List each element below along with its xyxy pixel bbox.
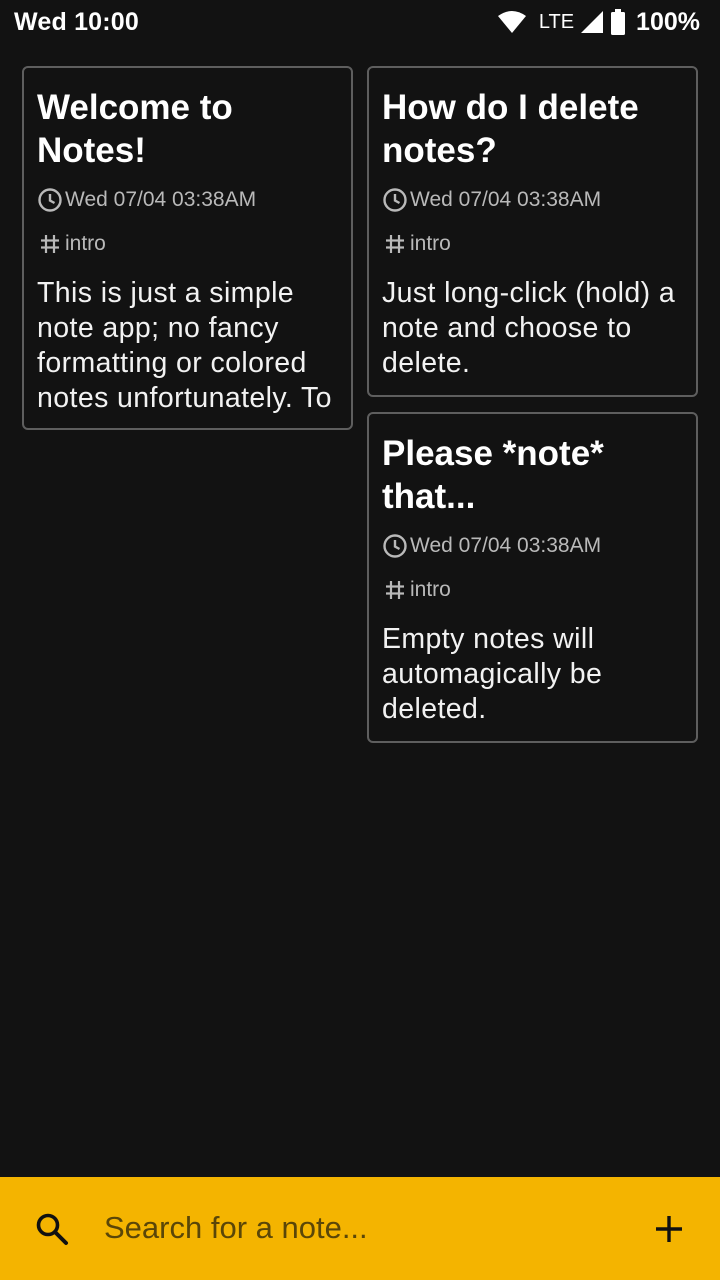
note-tag: intro — [410, 578, 451, 601]
battery-icon — [610, 9, 626, 35]
note-title: Please *note* that... — [382, 434, 604, 516]
network-type: LTE — [538, 10, 575, 33]
hashtag-icon — [37, 231, 63, 257]
add-note-button[interactable] — [648, 1208, 690, 1250]
clock-icon — [37, 187, 63, 213]
search-input[interactable] — [104, 1203, 604, 1253]
notes-grid: Welcome to Notes! Wed 07/04 03:38AM intr… — [22, 66, 698, 743]
note-timestamp: Wed 07/04 03:38AM — [65, 188, 257, 211]
clock-icon — [382, 187, 408, 213]
note-tag-row: intro — [382, 575, 683, 605]
note-title: How do I delete notes? — [382, 88, 639, 170]
note-timestamp: Wed 07/04 03:38AM — [410, 188, 602, 211]
note-body: This is just a simple note app; no fancy… — [37, 277, 332, 414]
note-tag: intro — [410, 232, 451, 255]
note-card[interactable]: Welcome to Notes! Wed 07/04 03:38AM intr… — [22, 66, 353, 430]
notes-column-left: Welcome to Notes! Wed 07/04 03:38AM intr… — [22, 66, 353, 430]
notes-screen: Wed 10:00 LTE 100% Welcome to Notes! Wed… — [0, 0, 720, 1280]
signal-icon — [580, 10, 604, 34]
wifi-icon — [497, 10, 527, 34]
note-card[interactable]: Please *note* that... Wed 07/04 03:38AM … — [367, 412, 698, 743]
clock-icon — [382, 533, 408, 559]
note-tag-row: intro — [37, 229, 338, 259]
note-body: Just long-click (hold) a note and choose… — [382, 277, 676, 379]
battery-percent: 100% — [636, 7, 700, 36]
search-icon[interactable] — [34, 1211, 70, 1252]
status-bar: Wed 10:00 LTE 100% — [0, 0, 720, 44]
status-time: Wed 10:00 — [14, 7, 140, 36]
note-timestamp-row: Wed 07/04 03:38AM — [382, 531, 683, 561]
status-icons: LTE 100% — [497, 8, 700, 37]
note-title: Welcome to Notes! — [37, 88, 233, 170]
note-tag-row: intro — [382, 229, 683, 259]
search-bar — [0, 1177, 720, 1280]
note-timestamp-row: Wed 07/04 03:38AM — [37, 185, 338, 215]
note-timestamp: Wed 07/04 03:38AM — [410, 534, 602, 557]
plus-icon — [656, 1216, 682, 1242]
note-card[interactable]: How do I delete notes? Wed 07/04 03:38AM… — [367, 66, 698, 397]
note-timestamp-row: Wed 07/04 03:38AM — [382, 185, 683, 215]
note-body: Empty notes will automagically be delete… — [382, 623, 603, 725]
hashtag-icon — [382, 231, 408, 257]
note-tag: intro — [65, 232, 106, 255]
hashtag-icon — [382, 577, 408, 603]
notes-column-right: How do I delete notes? Wed 07/04 03:38AM… — [367, 66, 698, 743]
